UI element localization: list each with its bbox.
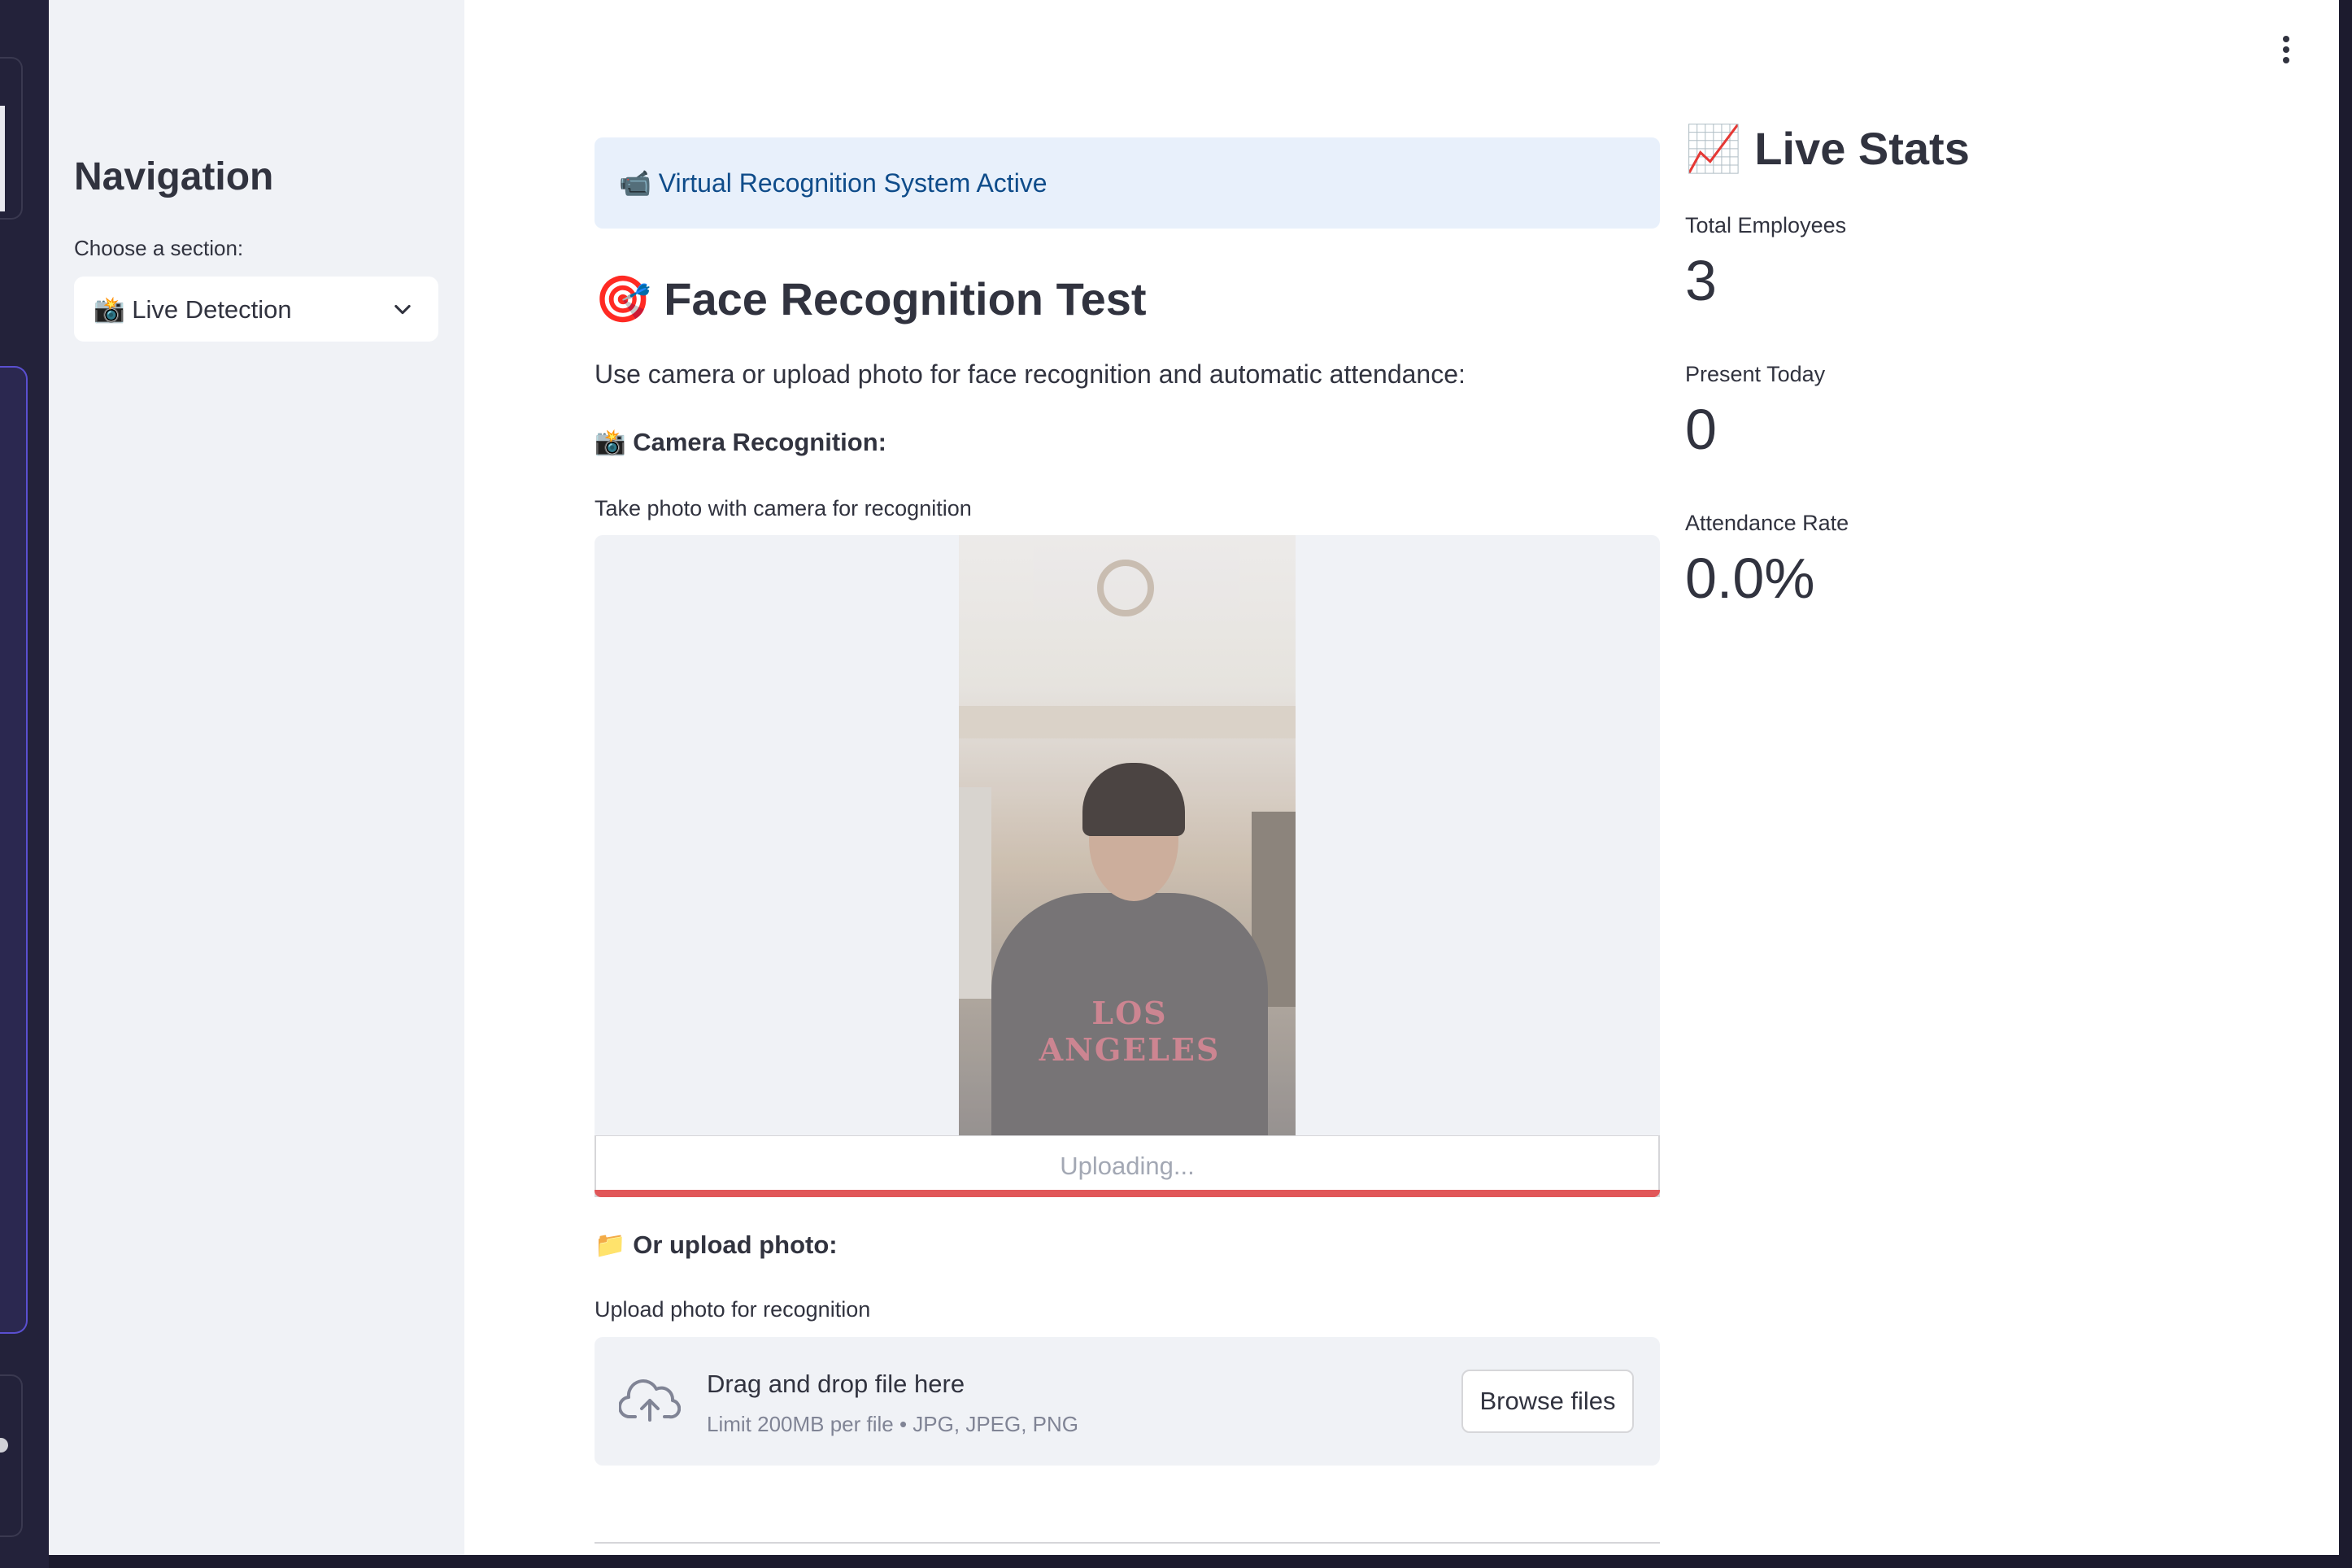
file-dropzone[interactable]: Drag and drop file here Limit 200MB per … — [595, 1337, 1660, 1466]
photo-person-hair — [1082, 763, 1185, 836]
upload-input-label: Upload photo for recognition — [595, 1297, 871, 1322]
dropzone-limit-text: Limit 200MB per file • JPG, JPEG, PNG — [707, 1412, 1079, 1436]
photo-ceiling — [959, 706, 1296, 738]
sidebar-title: Navigation — [74, 155, 274, 198]
photo-shirt-text: LOS ANGELES — [1039, 995, 1221, 1068]
app-window: Navigation Choose a section: 📸 Live Dete… — [49, 0, 2339, 1555]
upload-status-text: Uploading... — [1060, 1151, 1195, 1180]
camera-heading: 📸 Camera Recognition: — [595, 428, 886, 456]
chevron-down-icon — [394, 304, 411, 315]
info-banner-text: 📹 Virtual Recognition System Active — [619, 168, 1048, 198]
info-banner: 📹 Virtual Recognition System Active — [595, 137, 1660, 229]
cloud-upload-icon — [619, 1379, 681, 1422]
upload-heading: 📁 Or upload photo: — [595, 1230, 838, 1259]
metric-value-total-employees: 3 — [1685, 249, 1717, 312]
photo-ceiling-fan — [1097, 560, 1154, 616]
dropzone-title: Drag and drop file here — [707, 1370, 965, 1398]
metric-label-present-today: Present Today — [1685, 362, 1826, 386]
camera-input-label: Take photo with camera for recognition — [595, 496, 972, 520]
background-app-panel — [0, 0, 49, 1568]
page-title: 🎯 Face Recognition Test — [595, 273, 1147, 324]
metric-label-attendance-rate: Attendance Rate — [1685, 511, 1849, 535]
upload-status-button[interactable]: Uploading... — [595, 1135, 1660, 1197]
section-select-value: 📸 Live Detection — [94, 294, 292, 324]
live-stats-title: 📈 Live Stats — [1685, 123, 1970, 174]
captured-photo: LOS ANGELES — [959, 535, 1296, 1135]
metric-value-present-today: 0 — [1685, 398, 1717, 461]
background-app-box — [0, 1374, 23, 1537]
metric-label-total-employees: Total Employees — [1685, 213, 1847, 237]
upload-progress-bar — [595, 1190, 1660, 1197]
page-description: Use camera or upload photo for face reco… — [595, 359, 1466, 389]
sidebar: Navigation Choose a section: 📸 Live Dete… — [49, 0, 464, 1555]
section-select[interactable]: 📸 Live Detection — [74, 277, 438, 342]
camera-preview[interactable]: LOS ANGELES — [595, 535, 1660, 1135]
section-divider — [595, 1542, 1660, 1544]
background-app-highlight — [0, 106, 5, 211]
photo-curtain — [959, 787, 991, 999]
metric-value-attendance-rate: 0.0% — [1685, 547, 1815, 610]
browse-files-button[interactable]: Browse files — [1461, 1370, 1634, 1433]
background-app-active-panel — [0, 366, 28, 1334]
section-select-label: Choose a section: — [74, 236, 244, 260]
kebab-menu-icon[interactable] — [2280, 36, 2292, 68]
